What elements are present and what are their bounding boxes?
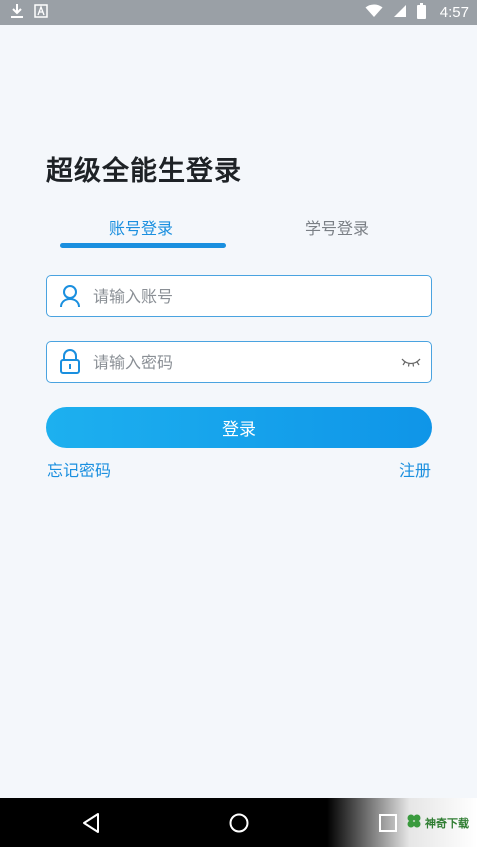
download-icon	[10, 3, 24, 23]
lock-icon	[47, 342, 93, 382]
watermark: 神奇下载	[327, 798, 477, 847]
status-right: 4:57	[365, 2, 469, 23]
status-bar: 4:57	[0, 0, 477, 25]
a-icon	[34, 3, 48, 22]
eye-closed-icon[interactable]	[391, 342, 431, 382]
home-icon[interactable]	[226, 810, 252, 836]
status-time: 4:57	[439, 4, 469, 21]
forgot-password-link[interactable]: 忘记密码	[47, 457, 111, 481]
login-page: 超级全能生登录 账号登录 学号登录 请输入账号 登录 忘记密码 注册	[0, 25, 477, 798]
clover-logo-icon	[406, 813, 422, 833]
password-input[interactable]	[93, 342, 391, 382]
active-tab-indicator	[60, 243, 226, 248]
tab-student-login[interactable]: 学号登录	[242, 215, 432, 255]
account-field	[46, 275, 432, 317]
battery-icon	[416, 2, 426, 23]
register-link[interactable]: 注册	[399, 457, 431, 481]
signal-icon	[393, 3, 407, 22]
watermark-text: 神奇下载	[425, 816, 469, 830]
status-left	[10, 3, 48, 23]
back-icon[interactable]	[78, 810, 104, 836]
account-input[interactable]	[93, 276, 431, 316]
login-tabs: 账号登录 学号登录	[46, 215, 432, 255]
page-title: 超级全能生登录	[46, 156, 242, 187]
tab-student-login-label: 学号登录	[304, 219, 369, 238]
login-button[interactable]: 登录	[46, 407, 432, 448]
user-icon	[47, 276, 93, 316]
tab-account-login-label: 账号登录	[108, 219, 173, 238]
password-field	[46, 341, 432, 383]
tab-account-login[interactable]: 账号登录	[46, 215, 236, 255]
wifi-icon	[365, 3, 383, 22]
